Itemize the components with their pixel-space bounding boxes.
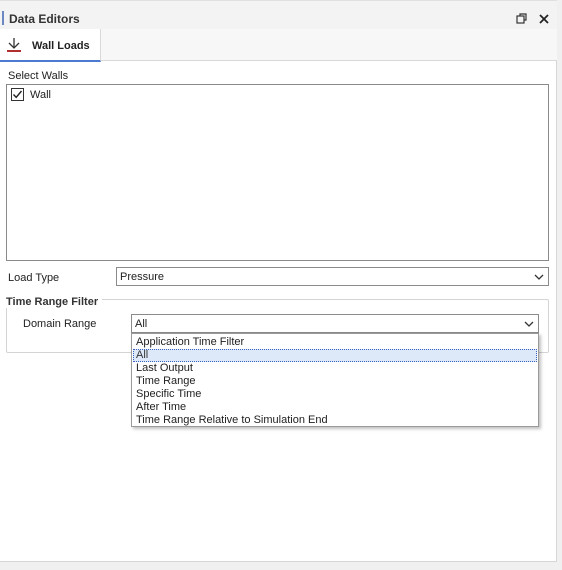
domain-range-dropdown: Application Time Filter All Last Output …: [131, 333, 539, 427]
chevron-down-icon: [534, 272, 544, 280]
load-type-label: Load Type: [8, 272, 60, 284]
editor-tabstrip: Wall Loads: [0, 29, 557, 62]
wall-load-icon: [6, 37, 22, 53]
time-range-filter-title: Time Range Filter: [6, 296, 103, 308]
dropdown-option-selected[interactable]: All: [133, 349, 537, 362]
panel-title: Data Editors: [9, 12, 80, 26]
domain-range-select[interactable]: All: [131, 314, 539, 333]
title-accent: [2, 11, 4, 25]
dropdown-option[interactable]: Last Output: [133, 362, 537, 375]
load-type-value: Pressure: [120, 271, 165, 283]
domain-range-value: All: [135, 318, 148, 330]
walls-list[interactable]: Wall: [6, 84, 549, 261]
restore-icon[interactable]: [515, 12, 529, 26]
dropdown-option[interactable]: After Time: [133, 401, 537, 414]
load-type-select[interactable]: Pressure: [116, 267, 549, 286]
wall-checkbox[interactable]: [11, 88, 24, 101]
tab-label: Wall Loads: [32, 40, 90, 52]
chevron-down-icon: [524, 319, 534, 327]
checkmark-icon: [12, 90, 23, 99]
tab-wall-loads[interactable]: Wall Loads: [0, 29, 101, 62]
panel-titlebar: Data Editors: [0, 0, 557, 29]
data-editors-panel: Data Editors Wall Loads Select Walls Wal…: [0, 0, 557, 562]
close-icon[interactable]: [537, 12, 551, 26]
dropdown-option[interactable]: Specific Time: [133, 388, 537, 401]
dropdown-option[interactable]: Time Range: [133, 375, 537, 388]
dropdown-option[interactable]: Time Range Relative to Simulation End: [133, 414, 537, 427]
dropdown-option[interactable]: Application Time Filter: [133, 336, 537, 349]
domain-range-label: Domain Range: [23, 318, 97, 330]
wall-item-label: Wall: [30, 89, 51, 101]
select-walls-label: Select Walls: [8, 70, 69, 82]
